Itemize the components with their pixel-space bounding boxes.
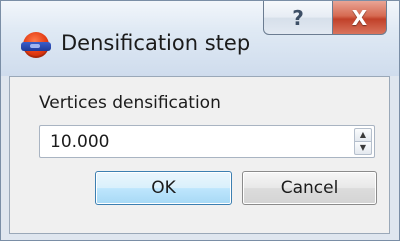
spinbox-value[interactable]: 10.000	[50, 132, 109, 152]
app-globe-icon	[21, 32, 51, 58]
app-icon-band	[21, 42, 51, 51]
help-button[interactable]: ?	[263, 1, 333, 35]
cancel-button[interactable]: Cancel	[242, 171, 377, 205]
spin-arrows: ▲ ▼	[354, 128, 372, 155]
vertices-densification-label: Vertices densification	[39, 93, 221, 113]
close-button[interactable]: X	[332, 1, 387, 35]
title-bar[interactable]: Densification step ? X	[1, 1, 399, 76]
window-title: Densification step	[61, 31, 251, 55]
help-icon: ?	[292, 5, 304, 30]
vertices-densification-spinbox[interactable]: 10.000 ▲ ▼	[39, 125, 375, 158]
spin-down-button[interactable]: ▼	[354, 142, 372, 155]
close-icon: X	[351, 5, 368, 30]
spin-down-icon: ▼	[359, 143, 367, 152]
spin-up-icon: ▲	[359, 130, 367, 139]
dialog-window: Densification step ? X Vertices densific…	[0, 0, 400, 241]
ok-button[interactable]: OK	[95, 171, 232, 205]
spin-up-button[interactable]: ▲	[354, 128, 372, 142]
